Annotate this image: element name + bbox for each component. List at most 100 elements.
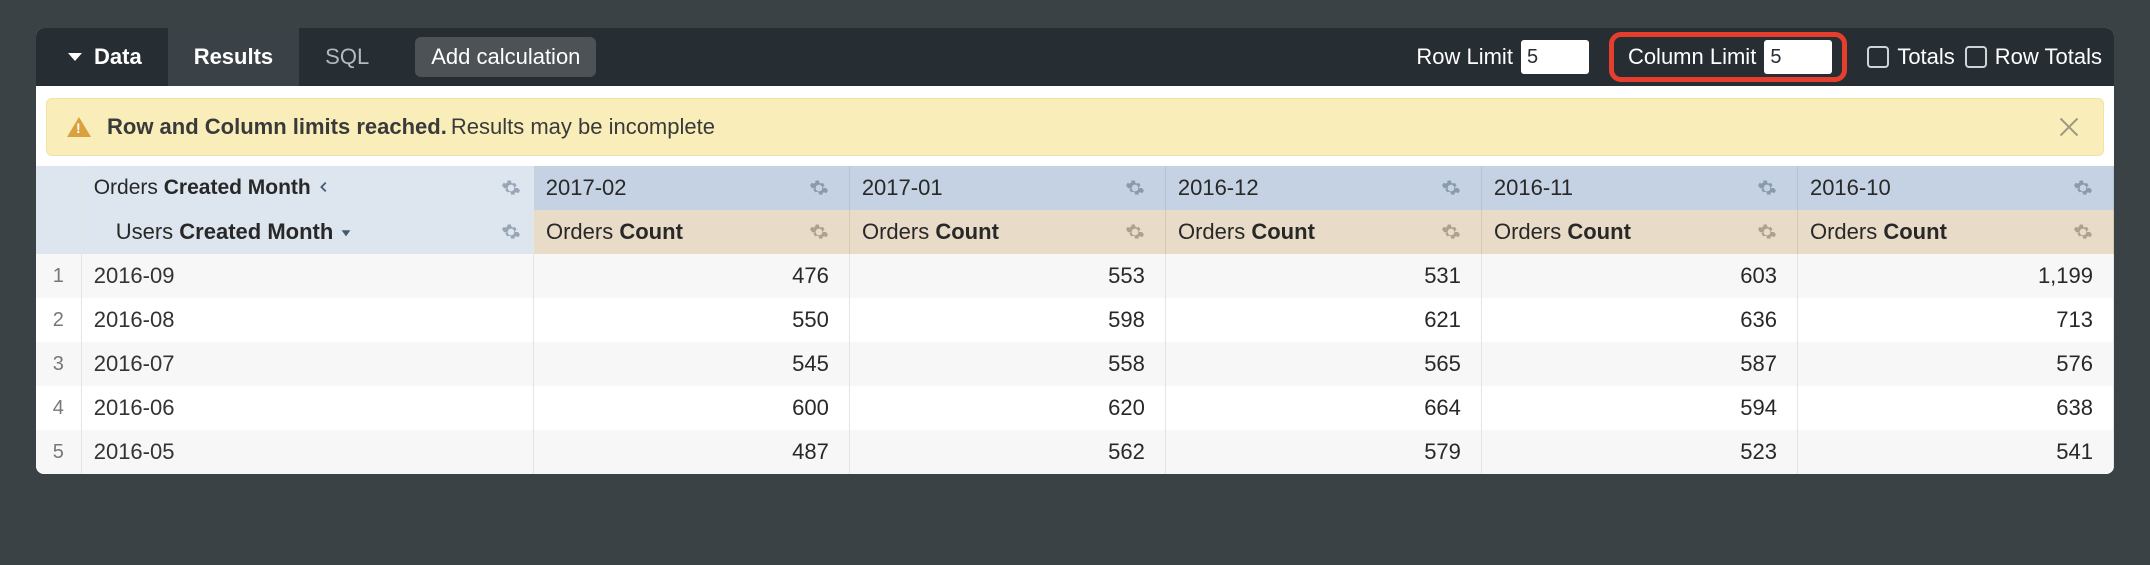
data-cell[interactable]: 550 <box>534 298 850 342</box>
measure-prefix: Orders <box>862 219 929 245</box>
column-limit-label: Column Limit <box>1628 44 1756 70</box>
data-tabbar: Data Results SQL Add calculation Row Lim… <box>36 28 2114 86</box>
row-dimension-header[interactable]: Users Created Month <box>82 210 534 254</box>
row-dimension[interactable]: 2016-06 <box>82 386 534 430</box>
banner-text: Results may be incomplete <box>451 114 715 140</box>
data-cell[interactable]: 523 <box>1482 430 1798 474</box>
table-row: 2 2016-08 550 598 621 636 713 <box>36 298 2114 342</box>
data-cell[interactable]: 603 <box>1482 254 1798 298</box>
data-cell[interactable]: 621 <box>1166 298 1482 342</box>
gear-icon[interactable] <box>501 178 521 198</box>
data-cell[interactable]: 562 <box>850 430 1166 474</box>
pivot-dim-bold: Created Month <box>164 176 311 200</box>
data-cell[interactable]: 565 <box>1166 342 1482 386</box>
pivot-col-label: 2016-11 <box>1494 175 1573 201</box>
gear-icon[interactable] <box>1125 178 1145 198</box>
row-dimension[interactable]: 2016-05 <box>82 430 534 474</box>
chevron-left-icon <box>317 176 331 200</box>
row-index: 5 <box>36 430 82 474</box>
gear-icon[interactable] <box>2073 178 2093 198</box>
row-dimension[interactable]: 2016-09 <box>82 254 534 298</box>
gear-icon[interactable] <box>1441 178 1461 198</box>
data-cell[interactable]: 476 <box>534 254 850 298</box>
measure-prefix: Orders <box>546 219 613 245</box>
pivot-col-label: 2016-10 <box>1810 175 1891 201</box>
row-dim-bold: Created Month <box>179 219 333 245</box>
checkbox-icon <box>1965 46 1987 68</box>
gear-icon[interactable] <box>1757 222 1777 242</box>
pivot-idx-cell <box>36 166 82 210</box>
data-cell[interactable]: 579 <box>1166 430 1482 474</box>
measure-col-1[interactable]: Orders Count <box>850 210 1166 254</box>
add-calculation-button[interactable]: Add calculation <box>415 37 596 77</box>
gear-icon[interactable] <box>2073 222 2093 242</box>
data-cell[interactable]: 713 <box>1798 298 2114 342</box>
data-cell[interactable]: 531 <box>1166 254 1482 298</box>
gear-icon[interactable] <box>1757 178 1777 198</box>
measure-bold: Count <box>1883 219 1947 245</box>
row-totals-checkbox[interactable]: Row Totals <box>1965 44 2102 70</box>
tab-results-label: Results <box>194 44 273 70</box>
measure-prefix: Orders <box>1494 219 1561 245</box>
gear-icon[interactable] <box>1441 222 1461 242</box>
pivot-col-0[interactable]: 2017-02 <box>534 166 850 210</box>
pivot-header-row: Orders Created Month 2017-02 2017-01 <box>36 166 2114 210</box>
tab-sql-label: SQL <box>325 44 369 70</box>
tab-sql[interactable]: SQL <box>299 28 395 86</box>
data-cell[interactable]: 636 <box>1482 298 1798 342</box>
pivot-col-4[interactable]: 2016-10 <box>1798 166 2114 210</box>
tab-data-label: Data <box>94 44 142 70</box>
measure-col-2[interactable]: Orders Count <box>1166 210 1482 254</box>
data-cell[interactable]: 587 <box>1482 342 1798 386</box>
data-cell[interactable]: 638 <box>1798 386 2114 430</box>
measure-header-row: Users Created Month Orders Count Orders … <box>36 210 2114 254</box>
data-cell[interactable]: 545 <box>534 342 850 386</box>
data-cell[interactable]: 620 <box>850 386 1166 430</box>
data-cell[interactable]: 594 <box>1482 386 1798 430</box>
row-dimension[interactable]: 2016-07 <box>82 342 534 386</box>
gear-icon[interactable] <box>501 222 521 242</box>
data-cell[interactable]: 541 <box>1798 430 2114 474</box>
gear-icon[interactable] <box>809 178 829 198</box>
caret-down-icon <box>68 53 82 61</box>
tab-data[interactable]: Data <box>48 28 168 86</box>
pivot-col-2[interactable]: 2016-12 <box>1166 166 1482 210</box>
row-index: 2 <box>36 298 82 342</box>
totals-checkbox[interactable]: Totals <box>1867 44 1954 70</box>
close-icon[interactable] <box>2055 113 2083 141</box>
data-cell[interactable]: 558 <box>850 342 1166 386</box>
measure-col-3[interactable]: Orders Count <box>1482 210 1798 254</box>
measure-col-4[interactable]: Orders Count <box>1798 210 2114 254</box>
measure-col-0[interactable]: Orders Count <box>534 210 850 254</box>
column-limit-highlight: Column Limit <box>1609 32 1847 82</box>
data-cell[interactable]: 598 <box>850 298 1166 342</box>
data-cell[interactable]: 553 <box>850 254 1166 298</box>
sort-desc-icon <box>339 219 353 245</box>
row-limit-input[interactable] <box>1521 40 1589 74</box>
checkbox-icon <box>1867 46 1889 68</box>
data-cell[interactable]: 1,199 <box>1798 254 2114 298</box>
pivot-col-label: 2016-12 <box>1178 175 1259 201</box>
gear-icon[interactable] <box>1125 222 1145 242</box>
measure-bold: Count <box>619 219 683 245</box>
gear-icon[interactable] <box>809 222 829 242</box>
pivot-dimension-header[interactable]: Orders Created Month <box>82 166 534 210</box>
row-limit-group: Row Limit <box>1416 40 1589 74</box>
data-cell[interactable]: 600 <box>534 386 850 430</box>
totals-label: Totals <box>1897 44 1954 70</box>
banner-strong-text: Row and Column limits reached. <box>107 114 447 140</box>
measure-bold: Count <box>1251 219 1315 245</box>
add-calculation-label: Add calculation <box>431 44 580 70</box>
pivot-col-1[interactable]: 2017-01 <box>850 166 1166 210</box>
data-cell[interactable]: 576 <box>1798 342 2114 386</box>
table-row: 5 2016-05 487 562 579 523 541 <box>36 430 2114 474</box>
data-cell[interactable]: 664 <box>1166 386 1482 430</box>
measure-idx-cell <box>36 210 82 254</box>
pivot-dim-prefix: Orders <box>94 176 158 200</box>
pivot-col-3[interactable]: 2016-11 <box>1482 166 1798 210</box>
column-limit-input[interactable] <box>1764 40 1832 74</box>
results-table: Orders Created Month 2017-02 2017-01 <box>36 166 2114 474</box>
row-dimension[interactable]: 2016-08 <box>82 298 534 342</box>
data-cell[interactable]: 487 <box>534 430 850 474</box>
tab-results[interactable]: Results <box>168 28 299 86</box>
